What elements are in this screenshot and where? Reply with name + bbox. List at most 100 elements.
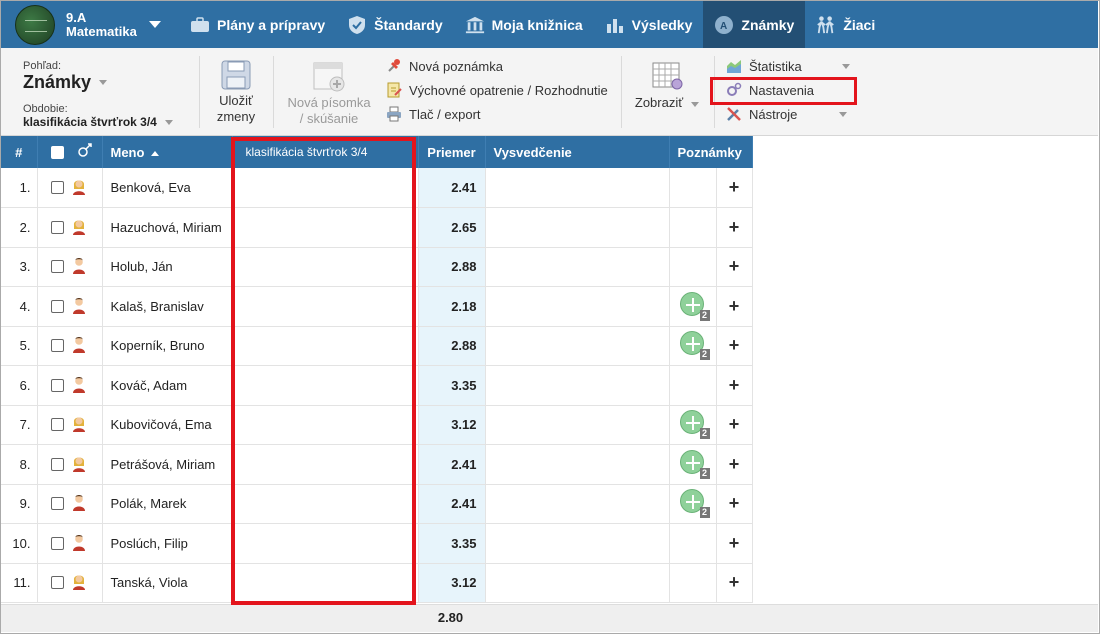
row-checkbox[interactable] — [50, 181, 64, 194]
select-all-checkbox[interactable] — [50, 145, 64, 159]
male-student-icon — [72, 296, 86, 317]
new-note-button[interactable]: Nová poznámka — [385, 54, 608, 78]
subject-name: Matematika — [66, 23, 137, 39]
notes-badge-icon[interactable]: 2 — [679, 331, 710, 361]
add-note-button[interactable]: + — [716, 405, 753, 445]
toolbar-divider — [621, 56, 622, 128]
student-name[interactable]: Kováč, Adam — [102, 365, 233, 406]
row-checkbox[interactable] — [50, 299, 64, 313]
show-button[interactable]: Zobraziť — [631, 61, 703, 111]
report-grade-cell[interactable] — [485, 168, 670, 208]
average-cell: 2.18 — [418, 286, 486, 327]
report-grade-cell[interactable] — [485, 484, 670, 524]
nav-library[interactable]: Moja knižnica — [454, 1, 594, 48]
student-name[interactable]: Tanská, Viola — [102, 563, 233, 603]
add-note-button[interactable]: + — [716, 207, 753, 248]
add-note-button[interactable]: + — [716, 286, 753, 327]
notes-cell — [669, 523, 717, 564]
notes-cell: 2 — [669, 444, 717, 485]
nav-standards[interactable]: Štandardy — [336, 1, 453, 48]
notes-badge-icon[interactable]: 2 — [679, 410, 710, 440]
row-checkbox[interactable] — [50, 260, 64, 274]
notes-count: 2 — [699, 349, 710, 361]
add-note-button[interactable]: + — [716, 247, 753, 287]
student-name[interactable]: Hazuchová, Miriam — [102, 207, 233, 248]
male-student-icon — [72, 256, 86, 277]
report-grade-cell[interactable] — [485, 523, 670, 564]
row-checkbox[interactable] — [50, 497, 64, 511]
row-checkbox[interactable] — [50, 576, 64, 590]
notes-badge-icon[interactable]: 2 — [679, 291, 710, 321]
nav-students[interactable]: Žiaci — [805, 1, 886, 48]
toolbar: Pohľad: Známky Obdobie: klasifikácia štv… — [1, 48, 1098, 136]
notes-cell: 2 — [669, 286, 717, 327]
tools-button[interactable]: Nástroje — [725, 102, 850, 126]
student-name[interactable]: Polák, Marek — [102, 484, 233, 524]
add-note-button[interactable]: + — [716, 484, 753, 524]
add-note-button[interactable]: + — [716, 326, 753, 366]
add-note-button[interactable]: + — [716, 444, 753, 485]
new-note-label: Nová poznámka — [409, 58, 503, 74]
save-button[interactable]: Uložiť zmeny — [205, 59, 267, 125]
student-name[interactable]: Koperník, Bruno — [102, 326, 233, 366]
col-report-header[interactable]: Vysvedčenie — [485, 136, 670, 168]
report-grade-cell[interactable] — [485, 563, 670, 603]
document-edit-icon — [385, 82, 403, 98]
statistics-button[interactable]: Štatistika — [725, 54, 850, 78]
report-grade-cell[interactable] — [485, 405, 670, 445]
new-test-button[interactable]: Nová písomka / skúšanie — [281, 59, 377, 127]
notes-badge-icon[interactable]: 2 — [679, 449, 710, 479]
col-average-header[interactable]: Priemer — [418, 136, 486, 168]
student-name[interactable]: Petrášová, Miriam — [102, 444, 233, 485]
class-name: 9.A — [66, 9, 87, 25]
col-select-header — [37, 136, 103, 168]
student-name[interactable]: Kalaš, Branislav — [102, 286, 233, 327]
period-dropdown[interactable]: klasifikácia štvrťrok 3/4 — [23, 115, 193, 129]
student-name[interactable]: Holub, Ján — [102, 247, 233, 287]
svg-text:A: A — [720, 21, 727, 32]
report-grade-cell[interactable] — [485, 444, 670, 485]
grid-settings-icon — [651, 61, 683, 91]
nav-grades[interactable]: A Známky — [703, 1, 806, 48]
view-dropdown[interactable]: Známky — [23, 72, 193, 93]
row-checkbox[interactable] — [50, 536, 64, 550]
average-cell: 3.12 — [418, 563, 486, 603]
row-checkbox[interactable] — [50, 378, 64, 392]
average-cell: 3.35 — [418, 523, 486, 564]
add-note-button[interactable]: + — [716, 365, 753, 406]
printer-icon — [385, 106, 403, 122]
female-student-icon — [72, 177, 86, 198]
notes-badge-icon[interactable]: 2 — [679, 489, 710, 519]
add-note-button[interactable]: + — [716, 168, 753, 208]
row-checkbox[interactable] — [50, 220, 64, 234]
add-note-button[interactable]: + — [716, 523, 753, 564]
report-grade-cell[interactable] — [485, 365, 670, 406]
edu-measure-button[interactable]: Výchovné opatrenie / Rozhodnutie — [385, 78, 608, 102]
tools-label: Nástroje — [749, 106, 798, 122]
report-grade-cell[interactable] — [485, 286, 670, 327]
report-grade-cell[interactable] — [485, 326, 670, 366]
row-number: 4. — [1, 286, 38, 327]
add-note-button[interactable]: + — [716, 563, 753, 603]
report-grade-cell[interactable] — [485, 207, 670, 248]
row-checkbox[interactable] — [50, 418, 64, 432]
chevron-down-icon — [839, 111, 848, 117]
male-student-icon — [72, 375, 86, 396]
calendar-add-icon — [312, 59, 346, 93]
col-name-header[interactable]: Meno — [102, 136, 233, 168]
nav-plans[interactable]: Plány a prípravy — [179, 1, 336, 48]
row-checkbox[interactable] — [50, 457, 64, 471]
student-name[interactable]: Poslúch, Filip — [102, 523, 233, 564]
table-footer — [1, 604, 1098, 632]
student-name[interactable]: Benková, Eva — [102, 168, 233, 208]
print-export-button[interactable]: Tlač / export — [385, 102, 608, 126]
row-checkbox[interactable] — [50, 339, 64, 353]
nav-results[interactable]: Výsledky — [594, 1, 704, 48]
student-name[interactable]: Kubovičová, Ema — [102, 405, 233, 445]
chevron-down-icon — [841, 63, 850, 69]
chevron-down-icon — [99, 80, 108, 85]
report-grade-cell[interactable] — [485, 247, 670, 287]
period-value: klasifikácia štvrťrok 3/4 — [23, 115, 157, 129]
row-number: 6. — [1, 365, 38, 406]
class-selector[interactable]: 9.A Matematika — [1, 1, 179, 48]
